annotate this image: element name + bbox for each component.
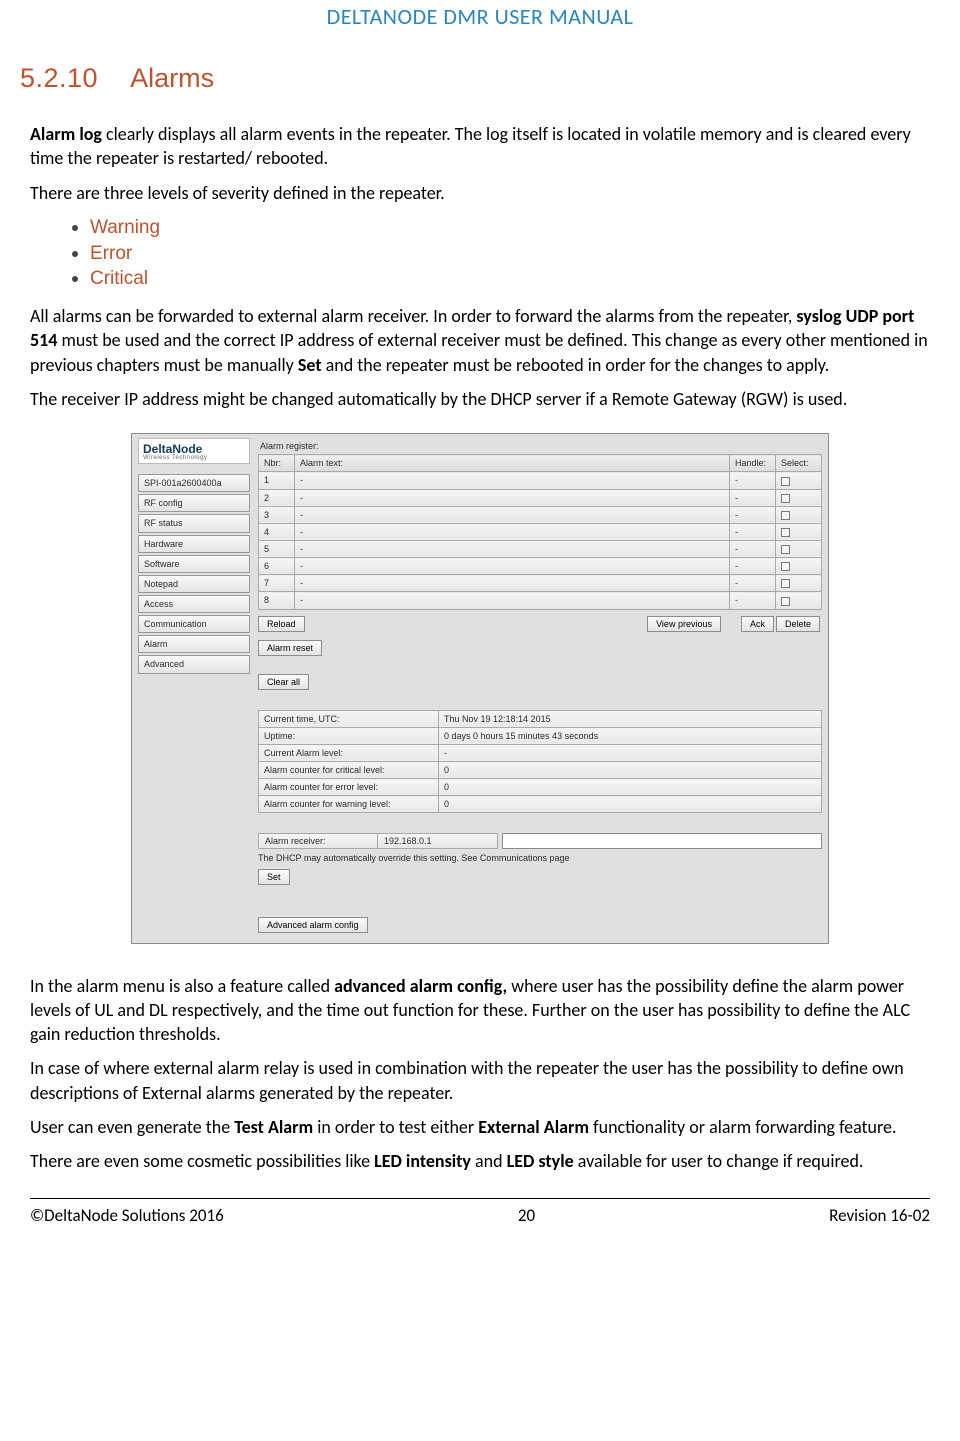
alarm-receiver-input[interactable] bbox=[502, 833, 822, 849]
checkbox[interactable] bbox=[781, 494, 790, 503]
set-button[interactable]: Set bbox=[258, 869, 290, 885]
ui-sidebar: DeltaNode Wireless Technology SPI-001a26… bbox=[138, 438, 250, 934]
paragraph: There are even some cosmetic possibiliti… bbox=[30, 1149, 930, 1173]
table-row: Alarm counter for warning level:0 bbox=[259, 796, 822, 813]
reload-button[interactable]: Reload bbox=[258, 616, 305, 632]
col-select: Select: bbox=[776, 455, 822, 472]
alarm-receiver-row: Alarm receiver: 192.168.0.1 bbox=[258, 833, 822, 849]
sidebar-item[interactable]: Notepad bbox=[138, 575, 250, 593]
page-footer: ©DeltaNode Solutions 2016 20 Revision 16… bbox=[30, 1198, 930, 1228]
table-row: 7-- bbox=[259, 575, 822, 592]
alarm-reset-button[interactable]: Alarm reset bbox=[258, 640, 322, 656]
body-text: Alarm log clearly displays all alarm eve… bbox=[30, 122, 930, 411]
table-row: 4-- bbox=[259, 523, 822, 540]
sidebar-item[interactable]: Hardware bbox=[138, 535, 250, 553]
section-heading: 5.2.10 Alarms bbox=[20, 60, 930, 96]
footer-copyright: ©DeltaNode Solutions 2016 bbox=[30, 1205, 224, 1228]
sidebar-item[interactable]: Access bbox=[138, 595, 250, 613]
section-title: Alarms bbox=[130, 63, 214, 93]
checkbox[interactable] bbox=[781, 562, 790, 571]
receiver-note: The DHCP may automatically override this… bbox=[258, 852, 822, 864]
advanced-alarm-config-button[interactable]: Advanced alarm config bbox=[258, 917, 368, 933]
sidebar-item[interactable]: RF config bbox=[138, 494, 250, 512]
footer-page-number: 20 bbox=[518, 1205, 535, 1228]
checkbox[interactable] bbox=[781, 545, 790, 554]
table-row: 8-- bbox=[259, 592, 822, 609]
col-handle: Handle: bbox=[730, 455, 776, 472]
embedded-ui-screenshot: DeltaNode Wireless Technology SPI-001a26… bbox=[131, 433, 829, 943]
sidebar-item[interactable]: Alarm bbox=[138, 635, 250, 653]
col-text: Alarm text: bbox=[295, 455, 730, 472]
table-row: Alarm counter for critical level:0 bbox=[259, 761, 822, 778]
table-row: Current Alarm level:- bbox=[259, 744, 822, 761]
logo: DeltaNode Wireless Technology bbox=[138, 438, 250, 464]
view-previous-button[interactable]: View previous bbox=[647, 616, 721, 632]
paragraph: In the alarm menu is also a feature call… bbox=[30, 974, 930, 1047]
checkbox[interactable] bbox=[781, 597, 790, 606]
checkbox[interactable] bbox=[781, 511, 790, 520]
list-item: Warning bbox=[90, 215, 930, 241]
table-row: 6-- bbox=[259, 558, 822, 575]
document-header: DELTANODE DMR USER MANUAL bbox=[30, 0, 930, 46]
delete-button[interactable]: Delete bbox=[776, 616, 820, 632]
paragraph: All alarms can be forwarded to external … bbox=[30, 304, 930, 377]
table-row: 2-- bbox=[259, 489, 822, 506]
severity-list: Warning Error Critical bbox=[90, 215, 930, 292]
table-row: 3-- bbox=[259, 506, 822, 523]
section-number: 5.2.10 bbox=[20, 63, 98, 93]
alarm-receiver-label: Alarm receiver: bbox=[258, 833, 378, 849]
paragraph: User can even generate the Test Alarm in… bbox=[30, 1115, 930, 1139]
checkbox[interactable] bbox=[781, 477, 790, 486]
paragraph: In case of where external alarm relay is… bbox=[30, 1056, 930, 1105]
sidebar-item[interactable]: RF status bbox=[138, 514, 250, 532]
list-item: Error bbox=[90, 241, 930, 267]
sidebar-item[interactable]: Communication bbox=[138, 615, 250, 633]
col-nbr: Nbr: bbox=[259, 455, 295, 472]
body-text: In the alarm menu is also a feature call… bbox=[30, 974, 930, 1174]
ui-main: Alarm register: Nbr: Alarm text: Handle:… bbox=[250, 438, 822, 934]
checkbox[interactable] bbox=[781, 528, 790, 537]
paragraph: The receiver IP address might be changed… bbox=[30, 387, 930, 411]
table-row: Alarm counter for error level:0 bbox=[259, 779, 822, 796]
checkbox[interactable] bbox=[781, 579, 790, 588]
clear-all-button[interactable]: Clear all bbox=[258, 674, 309, 690]
table-row: 1-- bbox=[259, 472, 822, 489]
alarm-register-table: Nbr: Alarm text: Handle: Select: 1--2--3… bbox=[258, 454, 822, 609]
sidebar-item[interactable]: SPI-001a2600400a bbox=[138, 474, 250, 492]
sidebar-item[interactable]: Advanced bbox=[138, 655, 250, 673]
status-table: Current time, UTC:Thu Nov 19 12:18:14 20… bbox=[258, 710, 822, 814]
list-item: Critical bbox=[90, 266, 930, 292]
paragraph: There are three levels of severity defin… bbox=[30, 181, 930, 205]
sidebar-item[interactable]: Software bbox=[138, 555, 250, 573]
ack-button[interactable]: Ack bbox=[741, 616, 774, 632]
table-row: Uptime:0 days 0 hours 15 minutes 43 seco… bbox=[259, 727, 822, 744]
paragraph: Alarm log clearly displays all alarm eve… bbox=[30, 122, 930, 171]
alarm-register-label: Alarm register: bbox=[260, 440, 822, 452]
table-row: Current time, UTC:Thu Nov 19 12:18:14 20… bbox=[259, 710, 822, 727]
footer-revision: Revision 16-02 bbox=[829, 1205, 930, 1228]
table-row: 5-- bbox=[259, 540, 822, 557]
alarm-receiver-value: 192.168.0.1 bbox=[378, 833, 498, 849]
